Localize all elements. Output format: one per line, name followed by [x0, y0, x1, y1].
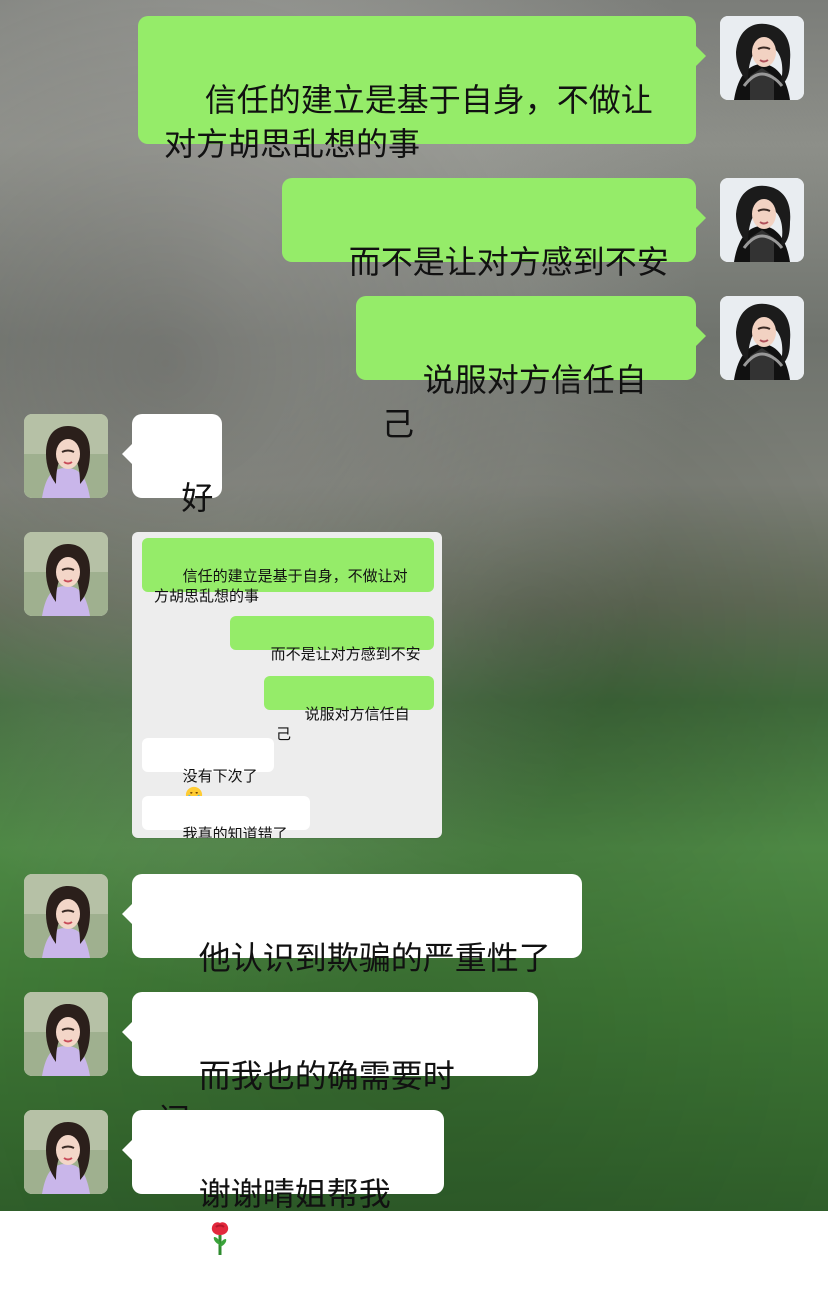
message-bubble[interactable]: 而不是让对方感到不安 — [282, 178, 706, 281]
embedded-bubble: 没有下次了 — [142, 738, 274, 804]
avatar-right[interactable] — [720, 178, 804, 262]
avatar-image — [24, 992, 108, 1076]
embedded-bubble: 而不是让对方感到不安 — [230, 616, 434, 663]
embedded-text: 信任的建立是基于自身，不做让对 方胡思乱想的事 — [154, 567, 408, 605]
embedded-text: 没有下次了 — [182, 767, 258, 785]
avatar-left[interactable] — [24, 1110, 108, 1194]
embedded-chat-screenshot[interactable]: 信任的建立是基于自身，不做让对 方胡思乱想的事 而不是让对方感到不安 说服对方信… — [132, 532, 442, 838]
avatar-image — [24, 414, 108, 498]
message-bubble[interactable]: 好 — [122, 414, 222, 517]
avatar-right[interactable] — [720, 296, 804, 380]
message-text: 他认识到欺骗的严重性了 — [198, 939, 551, 977]
avatar-left[interactable] — [24, 414, 108, 498]
avatar-left[interactable] — [24, 532, 108, 616]
message-bubble[interactable]: 信任的建立是基于自身，不做让 对方胡思乱想的事 — [138, 16, 706, 163]
message-bubble[interactable]: 谢谢晴姐帮我 — [122, 1110, 444, 1255]
avatar-image — [720, 296, 804, 380]
embedded-bubble: 说服对方信任自己 — [264, 676, 434, 743]
embedded-bubble: 信任的建立是基于自身，不做让对 方胡思乱想的事 — [142, 538, 434, 605]
embedded-text: 说服对方信任自己 — [276, 705, 410, 743]
avatar-image — [720, 16, 804, 100]
avatar-left[interactable] — [24, 992, 108, 1076]
message-bubble[interactable]: 而我也的确需要时间... — [122, 992, 538, 1139]
embedded-bubble: 我真的知道错了 — [142, 796, 310, 838]
avatar-image — [24, 1110, 108, 1194]
avatar-image — [720, 178, 804, 262]
message-text: 而不是让对方感到不安 — [348, 243, 669, 281]
message-text: 谢谢晴姐帮我 — [198, 1175, 391, 1213]
message-bubble[interactable]: 说服对方信任自己 — [356, 296, 706, 443]
avatar-image — [24, 532, 108, 616]
avatar-right[interactable] — [720, 16, 804, 100]
message-bubble[interactable]: 他认识到欺骗的严重性了 — [122, 874, 582, 977]
embedded-text: 而不是让对方感到不安 — [270, 645, 421, 663]
rose-emoji-icon — [211, 1222, 228, 1255]
message-text: 好 — [181, 479, 214, 517]
avatar-image — [24, 874, 108, 958]
embedded-text: 我真的知道错了 — [182, 825, 288, 838]
avatar-left[interactable] — [24, 874, 108, 958]
